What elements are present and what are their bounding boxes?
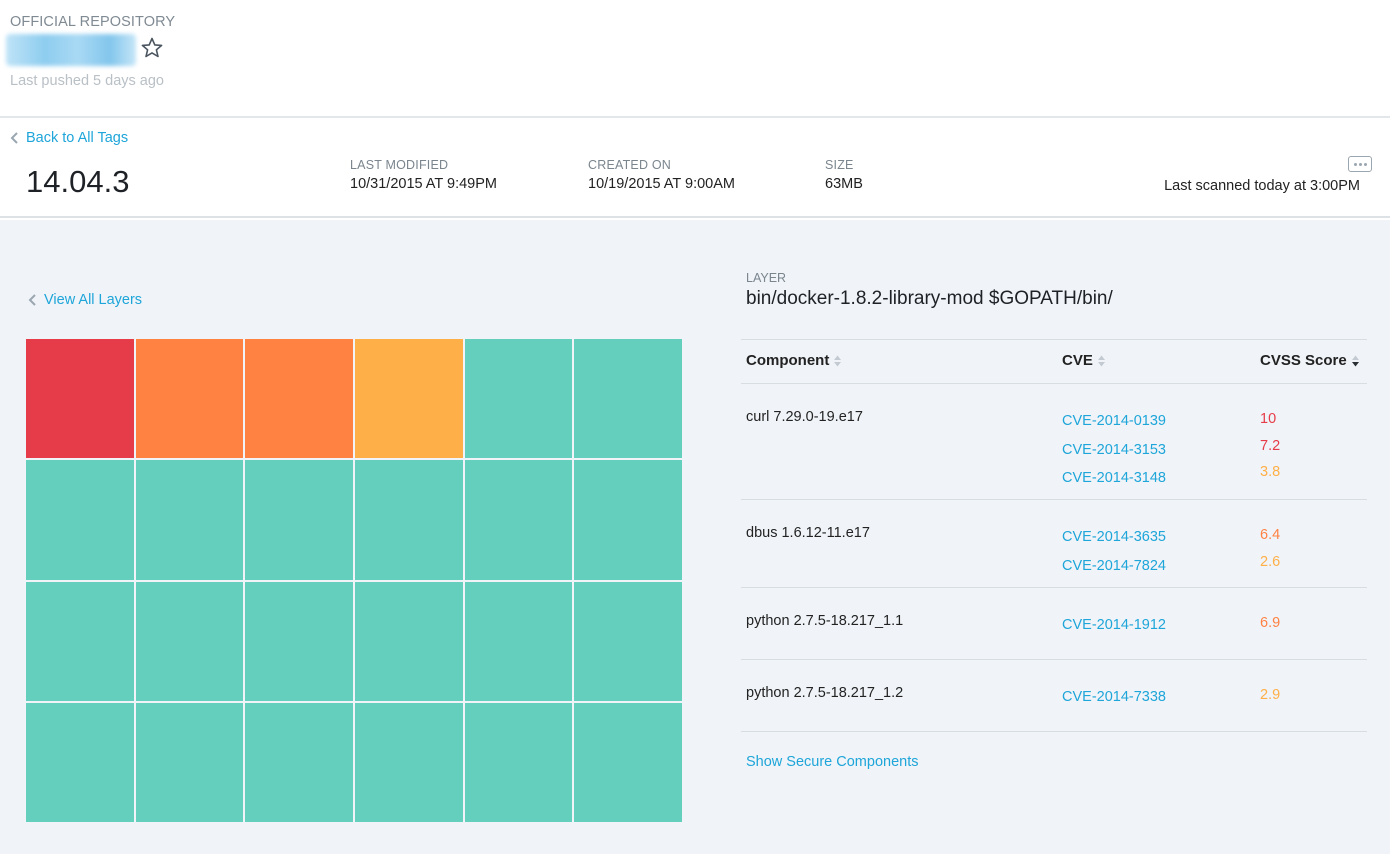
last-modified-value: 10/31/2015 AT 9:49PM — [350, 176, 497, 192]
layer-cell[interactable] — [464, 339, 573, 459]
layer-cell[interactable] — [245, 339, 353, 459]
star-icon[interactable] — [140, 36, 164, 60]
layer-command: bin/docker-1.8.2-library-mod $GOPATH/bin… — [746, 288, 1113, 309]
cve-link[interactable]: CVE-2014-7824 — [1062, 558, 1166, 574]
table-row: python 2.7.5-18.217_1.2 CVE-2014-7338 2.9 — [741, 660, 1367, 732]
cvss-score: 2.6 — [1260, 553, 1281, 570]
chevron-left-icon — [10, 132, 18, 144]
back-link-label: Back to All Tags — [26, 130, 129, 146]
cve-link[interactable]: CVE-2014-3153 — [1062, 442, 1166, 458]
column-component-label: Component — [746, 352, 830, 369]
component-name: python 2.7.5-18.217_1.1 — [746, 613, 904, 629]
last-modified-label: LAST MODIFIED — [350, 158, 449, 172]
layer-cell[interactable] — [464, 702, 573, 822]
layer-cell[interactable] — [354, 581, 463, 701]
cve-link[interactable]: CVE-2014-0139 — [1062, 413, 1166, 429]
layer-cell[interactable] — [574, 702, 682, 822]
column-score-label: CVSS Score — [1260, 352, 1347, 369]
layer-cell[interactable] — [245, 460, 353, 580]
table-header: Component CVE CVSS Score — [741, 339, 1367, 384]
column-header-cve[interactable]: CVE — [1062, 352, 1106, 369]
tag-name: 14.04.3 — [26, 164, 130, 199]
layer-cell[interactable] — [26, 339, 134, 459]
layer-cell[interactable] — [26, 581, 134, 701]
component-name: curl 7.29.0-19.e17 — [746, 409, 863, 425]
table-row: python 2.7.5-18.217_1.1 CVE-2014-1912 6.9 — [741, 588, 1367, 660]
created-on: CREATED ON 10/19/2015 AT 9:00AM — [588, 158, 735, 192]
last-modified: LAST MODIFIED 10/31/2015 AT 9:49PM — [350, 158, 497, 192]
component-name: python 2.7.5-18.217_1.2 — [746, 685, 904, 701]
layer-cell[interactable] — [245, 702, 353, 822]
last-pushed-text: Last pushed 5 days ago — [10, 73, 164, 89]
layer-cell[interactable] — [354, 460, 463, 580]
cve-link[interactable]: CVE-2014-3635 — [1062, 529, 1166, 545]
vulnerability-table: Component CVE CVSS Score curl 7.29.0-19.… — [741, 339, 1367, 732]
created-on-value: 10/19/2015 AT 9:00AM — [588, 176, 735, 192]
table-body: curl 7.29.0-19.e17 CVE-2014-0139 10 CVE-201… — [741, 384, 1367, 732]
cve-link[interactable]: CVE-2014-1912 — [1062, 617, 1166, 633]
layer-cell[interactable] — [354, 339, 463, 459]
show-secure-components-link[interactable]: Show Secure Components — [746, 754, 919, 770]
column-header-cvss-score[interactable]: CVSS Score — [1260, 352, 1360, 369]
layer-cell[interactable] — [26, 702, 134, 822]
layer-cell[interactable] — [26, 460, 134, 580]
chevron-left-icon — [28, 294, 36, 306]
sort-icon — [1097, 355, 1105, 366]
size-label: SIZE — [825, 158, 854, 172]
layer-cell[interactable] — [464, 460, 573, 580]
table-row: curl 7.29.0-19.e17 CVE-2014-0139 10 CVE-201… — [741, 384, 1367, 500]
view-all-layers-link[interactable]: View All Layers — [28, 292, 142, 308]
created-on-label: CREATED ON — [588, 158, 672, 172]
layer-cell[interactable] — [135, 702, 244, 822]
layer-cell[interactable] — [135, 460, 244, 580]
cve-link[interactable]: CVE-2014-7338 — [1062, 689, 1166, 705]
more-options-icon[interactable] — [1348, 156, 1372, 172]
layer-cell[interactable] — [574, 460, 682, 580]
layer-cell[interactable] — [574, 581, 682, 701]
layer-cell[interactable] — [354, 702, 463, 822]
layer-cell[interactable] — [464, 581, 573, 701]
layer-cell[interactable] — [574, 339, 682, 459]
cvss-score: 10 — [1260, 411, 1277, 427]
tag-info-bar: Back to All Tags 14.04.3 LAST MODIFIED 1… — [0, 120, 1390, 218]
repo-header: OFFICIAL REPOSITORY Last pushed 5 days a… — [0, 0, 1390, 118]
layer-cell[interactable] — [245, 581, 353, 701]
table-row: dbus 1.6.12-11.e17 CVE-2014-3635 6.4 CVE-20… — [741, 500, 1367, 588]
back-to-all-tags-link[interactable]: Back to All Tags — [10, 130, 128, 146]
layer-grid — [26, 339, 682, 822]
cvss-score: 6.9 — [1260, 615, 1281, 631]
cvss-score: 3.8 — [1260, 464, 1281, 480]
last-scanned-text: Last scanned today at 3:00PM — [1164, 178, 1360, 194]
cvss-score: 7.2 — [1260, 437, 1281, 454]
sort-icon — [834, 355, 842, 366]
repo-type-label: OFFICIAL REPOSITORY — [10, 14, 176, 30]
layer-cell[interactable] — [135, 339, 244, 459]
component-name: dbus 1.6.12-11.e17 — [746, 525, 870, 541]
layer-scan-panel: View All Layers LAYER bin/docker-1.8.2-l… — [0, 220, 1390, 854]
layer-label: LAYER — [746, 271, 787, 285]
cvss-score: 6.4 — [1260, 527, 1281, 543]
column-header-component[interactable]: Component — [746, 352, 842, 369]
repo-name-redacted — [6, 34, 136, 66]
column-cve-label: CVE — [1062, 352, 1093, 369]
cvss-score: 2.9 — [1260, 687, 1281, 703]
sort-desc-icon — [1351, 355, 1359, 366]
layer-cell[interactable] — [135, 581, 244, 701]
size: SIZE 63MB — [825, 158, 863, 192]
cve-link[interactable]: CVE-2014-3148 — [1062, 470, 1166, 486]
view-all-layers-label: View All Layers — [44, 292, 143, 308]
size-value: 63MB — [825, 176, 863, 192]
